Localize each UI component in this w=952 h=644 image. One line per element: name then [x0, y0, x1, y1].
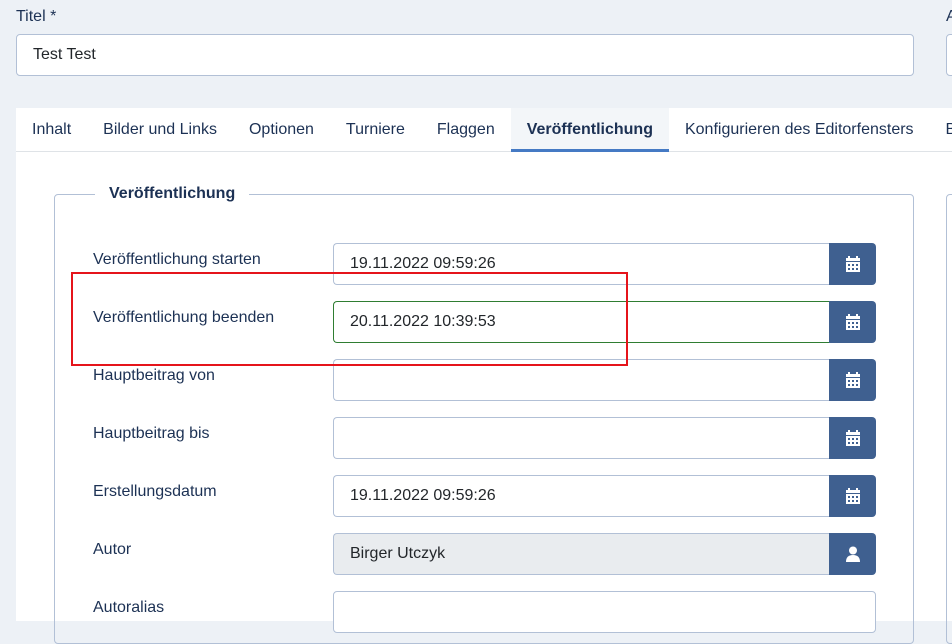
side-fieldset [946, 194, 952, 644]
field-input[interactable] [333, 417, 829, 459]
field-group: 19.11.2022 09:59:26 [333, 475, 876, 517]
field-input[interactable]: 19.11.2022 09:59:26 [333, 475, 829, 517]
calendar-button[interactable] [829, 475, 876, 517]
tab-turniere[interactable]: Turniere [330, 108, 421, 152]
tab-bilder-und-links[interactable]: Bilder und Links [87, 108, 233, 152]
field-label: Erstellungsdatum [93, 483, 217, 500]
alias-input[interactable] [946, 34, 952, 76]
tab-inhalt[interactable]: Inhalt [16, 108, 87, 152]
calendar-icon [845, 314, 860, 330]
calendar-icon [845, 372, 860, 388]
calendar-icon [845, 430, 860, 446]
highlight-box [71, 272, 628, 366]
field-label: Autor [93, 541, 132, 558]
field-label: Hauptbeitrag von [93, 367, 215, 384]
field-label: Autoralias [93, 599, 165, 616]
title-input[interactable]: Test Test [16, 34, 914, 76]
fieldset-legend: Veröffentlichung [95, 185, 250, 203]
tab-more[interactable]: Be [930, 108, 952, 152]
alias-label: A [946, 8, 952, 25]
field-label: Hauptbeitrag bis [93, 425, 210, 442]
select-user-button[interactable] [829, 533, 876, 575]
tab-optionen[interactable]: Optionen [233, 108, 330, 152]
calendar-button[interactable] [829, 243, 876, 285]
field-group [333, 591, 876, 633]
user-icon [845, 546, 860, 562]
field-label: Veröffentlichung starten [93, 251, 261, 268]
tab-editor-config[interactable]: Konfigurieren des Editorfensters [669, 108, 930, 152]
calendar-icon [845, 256, 860, 272]
field-group: Birger Utczyk [333, 533, 876, 575]
title-label: Titel * [16, 8, 57, 25]
calendar-icon [845, 488, 860, 504]
tab-bar: Inhalt Bilder und Links Optionen Turnier… [16, 108, 952, 152]
field-group [333, 417, 876, 459]
calendar-button[interactable] [829, 359, 876, 401]
field-input: Birger Utczyk [333, 533, 829, 575]
field-input[interactable] [333, 591, 876, 633]
calendar-button[interactable] [829, 301, 876, 343]
tab-flaggen[interactable]: Flaggen [421, 108, 511, 152]
calendar-button[interactable] [829, 417, 876, 459]
tab-veroeffentlichung[interactable]: Veröffentlichung [510, 108, 669, 152]
